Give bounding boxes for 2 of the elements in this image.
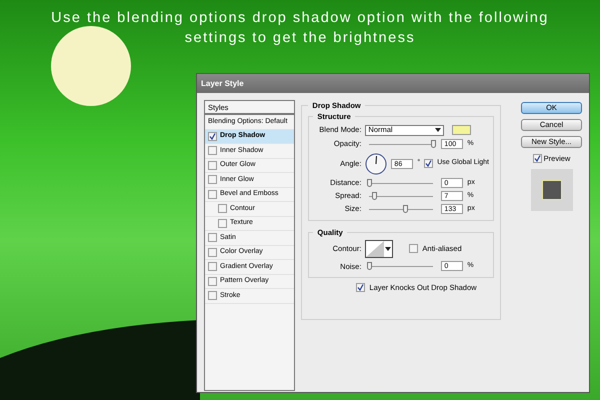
caption-text: Use the blending options drop shadow option with the following settings to get the brightness (50, 9, 550, 48)
dialog-title: Layer Style (201, 78, 244, 90)
